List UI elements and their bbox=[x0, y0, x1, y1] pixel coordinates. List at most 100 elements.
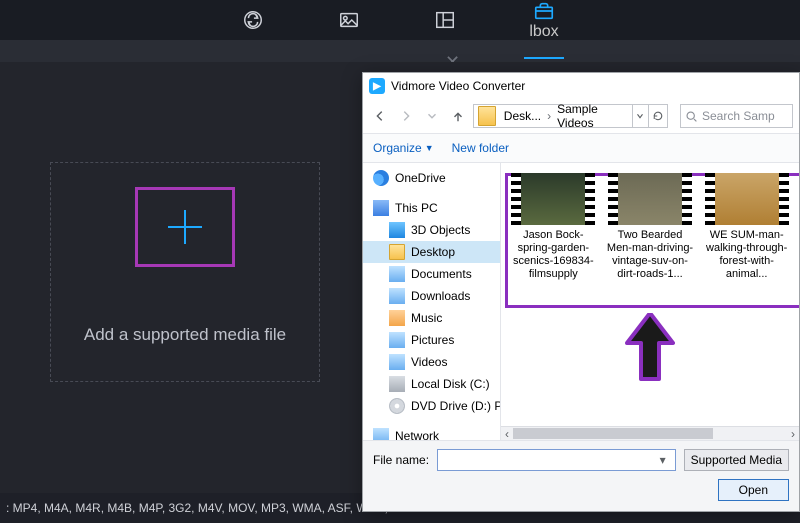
thumb-image bbox=[715, 173, 779, 225]
breadcrumb-desk[interactable]: Desk... bbox=[500, 109, 545, 123]
file-item[interactable]: WE SUM-man-walking-through-forest-with-a… bbox=[700, 173, 793, 281]
plus-icon bbox=[162, 204, 208, 250]
address-dropdown-icon[interactable] bbox=[632, 105, 648, 127]
downloads-icon bbox=[389, 288, 405, 304]
tree-music-label: Music bbox=[411, 311, 442, 325]
file-item[interactable]: Jason Bock-spring-garden-scenics-169834-… bbox=[507, 173, 600, 281]
folder-icon bbox=[478, 106, 496, 126]
scroll-left-icon[interactable]: ‹ bbox=[501, 427, 513, 440]
dvd-icon bbox=[389, 398, 405, 414]
file-open-dialog: ▶ Vidmore Video Converter Desk... › Samp… bbox=[362, 72, 800, 512]
breadcrumb-sample-videos[interactable]: Sample Videos bbox=[553, 102, 632, 130]
tree-desktop[interactable]: Desktop bbox=[363, 241, 500, 263]
supported-formats-text: : MP4, M4A, M4R, M4B, M4P, 3G2, M4V, MOV… bbox=[6, 501, 388, 515]
new-folder-button[interactable]: New folder bbox=[452, 141, 509, 155]
tree-documents[interactable]: Documents bbox=[363, 263, 500, 285]
tree-videos[interactable]: Videos bbox=[363, 351, 500, 373]
tree-local-disk-c[interactable]: Local Disk (C:) bbox=[363, 373, 500, 395]
nav-recent-button[interactable] bbox=[421, 105, 443, 127]
scroll-right-icon[interactable]: › bbox=[787, 427, 799, 440]
nav-forward-button[interactable] bbox=[395, 105, 417, 127]
cube-icon bbox=[389, 222, 405, 238]
disk-icon bbox=[389, 376, 405, 392]
tree-thispc[interactable]: This PC bbox=[363, 197, 500, 219]
dialog-button-row: Open bbox=[363, 479, 799, 511]
tree-dvd-drive[interactable]: DVD Drive (D:) P bbox=[363, 395, 500, 417]
filetype-filter-label: Supported Media bbox=[691, 453, 782, 467]
address-bar[interactable]: Desk... › Sample Videos bbox=[473, 104, 668, 128]
documents-icon bbox=[389, 266, 405, 282]
organize-label: Organize bbox=[373, 141, 422, 155]
film-thumb-icon bbox=[705, 173, 789, 225]
file-thumb-row: Jason Bock-spring-garden-scenics-169834-… bbox=[507, 173, 793, 281]
breadcrumb-sep-icon: › bbox=[545, 109, 553, 123]
tree-pictures[interactable]: Pictures bbox=[363, 329, 500, 351]
file-item[interactable]: Two Bearded Men-man-driving-vintage-suv-… bbox=[604, 173, 697, 281]
desktop-icon bbox=[389, 244, 405, 260]
tree-videos-label: Videos bbox=[411, 355, 447, 369]
thumb-image bbox=[618, 173, 682, 225]
tree-downloads[interactable]: Downloads bbox=[363, 285, 500, 307]
tree-pictures-label: Pictures bbox=[411, 333, 454, 347]
chevron-down-icon: ▼ bbox=[425, 143, 434, 153]
tree-network[interactable]: Network bbox=[363, 425, 500, 440]
search-input[interactable]: Search Samp bbox=[680, 104, 793, 128]
organize-button[interactable]: Organize▼ bbox=[373, 141, 434, 155]
thumb-image bbox=[521, 173, 585, 225]
open-button-label: Open bbox=[739, 483, 768, 497]
videos-icon bbox=[389, 354, 405, 370]
nav-up-button[interactable] bbox=[447, 105, 469, 127]
scroll-thumb[interactable] bbox=[513, 428, 713, 439]
chevron-down-icon[interactable]: ▾ bbox=[655, 453, 671, 467]
nav-toolbox[interactable]: lbox bbox=[529, 0, 558, 41]
tree-desktop-label: Desktop bbox=[411, 245, 455, 259]
tree-music[interactable]: Music bbox=[363, 307, 500, 329]
tree-network-label: Network bbox=[395, 429, 439, 440]
tree-3d-label: 3D Objects bbox=[411, 223, 470, 237]
nav-collage-icon[interactable] bbox=[433, 8, 457, 32]
dialog-titlebar: ▶ Vidmore Video Converter bbox=[363, 73, 799, 99]
dialog-title: Vidmore Video Converter bbox=[391, 79, 525, 93]
add-media-dropzone[interactable]: Add a supported media file bbox=[50, 162, 320, 382]
onedrive-icon bbox=[373, 170, 389, 186]
nav-active-underline bbox=[524, 57, 564, 59]
film-thumb-icon bbox=[511, 173, 595, 225]
network-icon bbox=[373, 428, 389, 440]
pictures-icon bbox=[389, 332, 405, 348]
add-media-plusbox[interactable] bbox=[135, 187, 235, 267]
refresh-icon[interactable] bbox=[648, 105, 667, 127]
app-icon: ▶ bbox=[369, 78, 385, 94]
tree-downloads-label: Downloads bbox=[411, 289, 470, 303]
filetype-filter[interactable]: Supported Media bbox=[684, 449, 789, 471]
file-name: Two Bearded Men-man-driving-vintage-suv-… bbox=[604, 229, 697, 281]
tree-documents-label: Documents bbox=[411, 267, 472, 281]
nav-toolbox-label: lbox bbox=[529, 23, 558, 41]
horizontal-scrollbar[interactable]: ‹ › bbox=[501, 426, 799, 440]
filename-input[interactable]: ▾ bbox=[437, 449, 676, 471]
tree-dvd-label: DVD Drive (D:) P bbox=[411, 399, 501, 413]
dialog-toolbar: Organize▼ New folder bbox=[363, 133, 799, 163]
dialog-filename-row: File name: ▾ Supported Media bbox=[363, 440, 799, 479]
nav-toolbox-icon[interactable] bbox=[532, 0, 556, 23]
nav-back-button[interactable] bbox=[369, 105, 391, 127]
tree-onedrive[interactable]: OneDrive bbox=[363, 167, 500, 189]
dialog-nav-row: Desk... › Sample Videos Search Samp bbox=[363, 99, 799, 133]
search-icon bbox=[685, 110, 698, 123]
tree-3d-objects[interactable]: 3D Objects bbox=[363, 219, 500, 241]
music-icon bbox=[389, 310, 405, 326]
file-name: WE SUM-man-walking-through-forest-with-a… bbox=[700, 229, 793, 281]
thispc-icon bbox=[373, 200, 389, 216]
open-button[interactable]: Open bbox=[718, 479, 789, 501]
folder-tree[interactable]: OneDrive This PC 3D Objects Desktop Docu… bbox=[363, 163, 501, 440]
file-name: Jason Bock-spring-garden-scenics-169834-… bbox=[507, 229, 600, 281]
tree-onedrive-label: OneDrive bbox=[395, 171, 446, 185]
add-media-label: Add a supported media file bbox=[84, 325, 286, 345]
file-list[interactable]: Jason Bock-spring-garden-scenics-169834-… bbox=[501, 163, 799, 440]
nav-converter-icon[interactable] bbox=[241, 8, 265, 32]
annotation-arrow-icon bbox=[625, 313, 675, 383]
dialog-body: OneDrive This PC 3D Objects Desktop Docu… bbox=[363, 163, 799, 440]
film-thumb-icon bbox=[608, 173, 692, 225]
new-folder-label: New folder bbox=[452, 141, 509, 155]
nav-mv-icon[interactable] bbox=[337, 8, 361, 32]
tree-thispc-label: This PC bbox=[395, 201, 438, 215]
